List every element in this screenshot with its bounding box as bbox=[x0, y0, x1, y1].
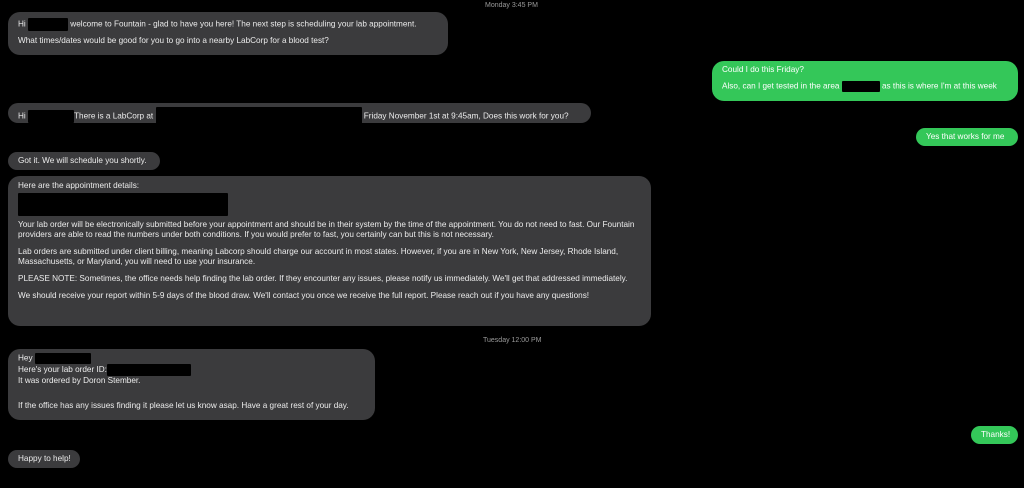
appointment-time-text: Friday November 1st at 9:45am, Does this… bbox=[363, 111, 569, 121]
schedule-text: Got it. We will schedule you shortly. bbox=[18, 156, 147, 165]
message-outgoing-confirm: Yes that works for me bbox=[916, 128, 1018, 146]
location-text: as this is where I'm at this week bbox=[882, 81, 997, 91]
ordered-by-text: It was ordered by Doron Stember. bbox=[18, 376, 141, 386]
redacted-area bbox=[841, 80, 880, 92]
message-incoming-schedule: Got it. We will schedule you shortly. bbox=[8, 152, 160, 170]
redacted-name bbox=[28, 18, 69, 31]
message-incoming-happy: Happy to help! bbox=[8, 450, 80, 468]
office-issues-text: If the office has any issues finding it … bbox=[18, 400, 349, 410]
details-paragraph-2: Lab orders are submitted under client bi… bbox=[18, 246, 619, 267]
details-paragraph-1: Your lab order will be electronically su… bbox=[18, 219, 635, 240]
redacted-name bbox=[28, 110, 75, 123]
message-outgoing-friday: Could I do this Friday? Also, can I get … bbox=[712, 61, 1018, 101]
redacted-order-id bbox=[106, 364, 191, 377]
timestamp-tuesday: Tuesday 12:00 PM bbox=[483, 337, 542, 344]
thanks-text: Thanks! bbox=[981, 430, 1011, 439]
redacted-address bbox=[155, 107, 362, 126]
confirm-text: Yes that works for me bbox=[926, 132, 1005, 141]
labcorp-text: There is a LabCorp at bbox=[74, 111, 154, 121]
area-question-text: Also, can I get tested in the area bbox=[722, 81, 840, 91]
welcome-text: welcome to Fountain - glad to have you h… bbox=[70, 19, 417, 29]
hi-text: Hi bbox=[18, 111, 26, 121]
message-incoming-details: Here are the appointment details: Your l… bbox=[8, 176, 651, 326]
greeting-text: Hi bbox=[18, 19, 26, 29]
message-outgoing-thanks: Thanks! bbox=[971, 426, 1018, 444]
details-paragraph-4: We should receive your report within 5-9… bbox=[18, 290, 590, 300]
hey-text: Hey bbox=[18, 353, 33, 363]
details-paragraph-3: PLEASE NOTE: Sometimes, the office needs… bbox=[18, 273, 628, 283]
redacted-details bbox=[18, 192, 228, 216]
question-text: What times/dates would be good for you t… bbox=[18, 36, 329, 45]
message-incoming-order-id: Hey Here's your lab order ID: It was ord… bbox=[8, 349, 375, 420]
friday-question-text: Could I do this Friday? bbox=[722, 65, 804, 74]
message-incoming-labcorp: Hi There is a LabCorp at Friday November… bbox=[8, 103, 591, 126]
redacted-name bbox=[34, 353, 91, 364]
details-header: Here are the appointment details: bbox=[18, 181, 140, 190]
timestamp-monday: Monday 3:45 PM bbox=[485, 2, 538, 9]
message-incoming-welcome: Hi welcome to Fountain - glad to have yo… bbox=[8, 12, 448, 55]
order-id-label: Here's your lab order ID: bbox=[18, 365, 107, 375]
happy-text: Happy to help! bbox=[18, 454, 71, 463]
